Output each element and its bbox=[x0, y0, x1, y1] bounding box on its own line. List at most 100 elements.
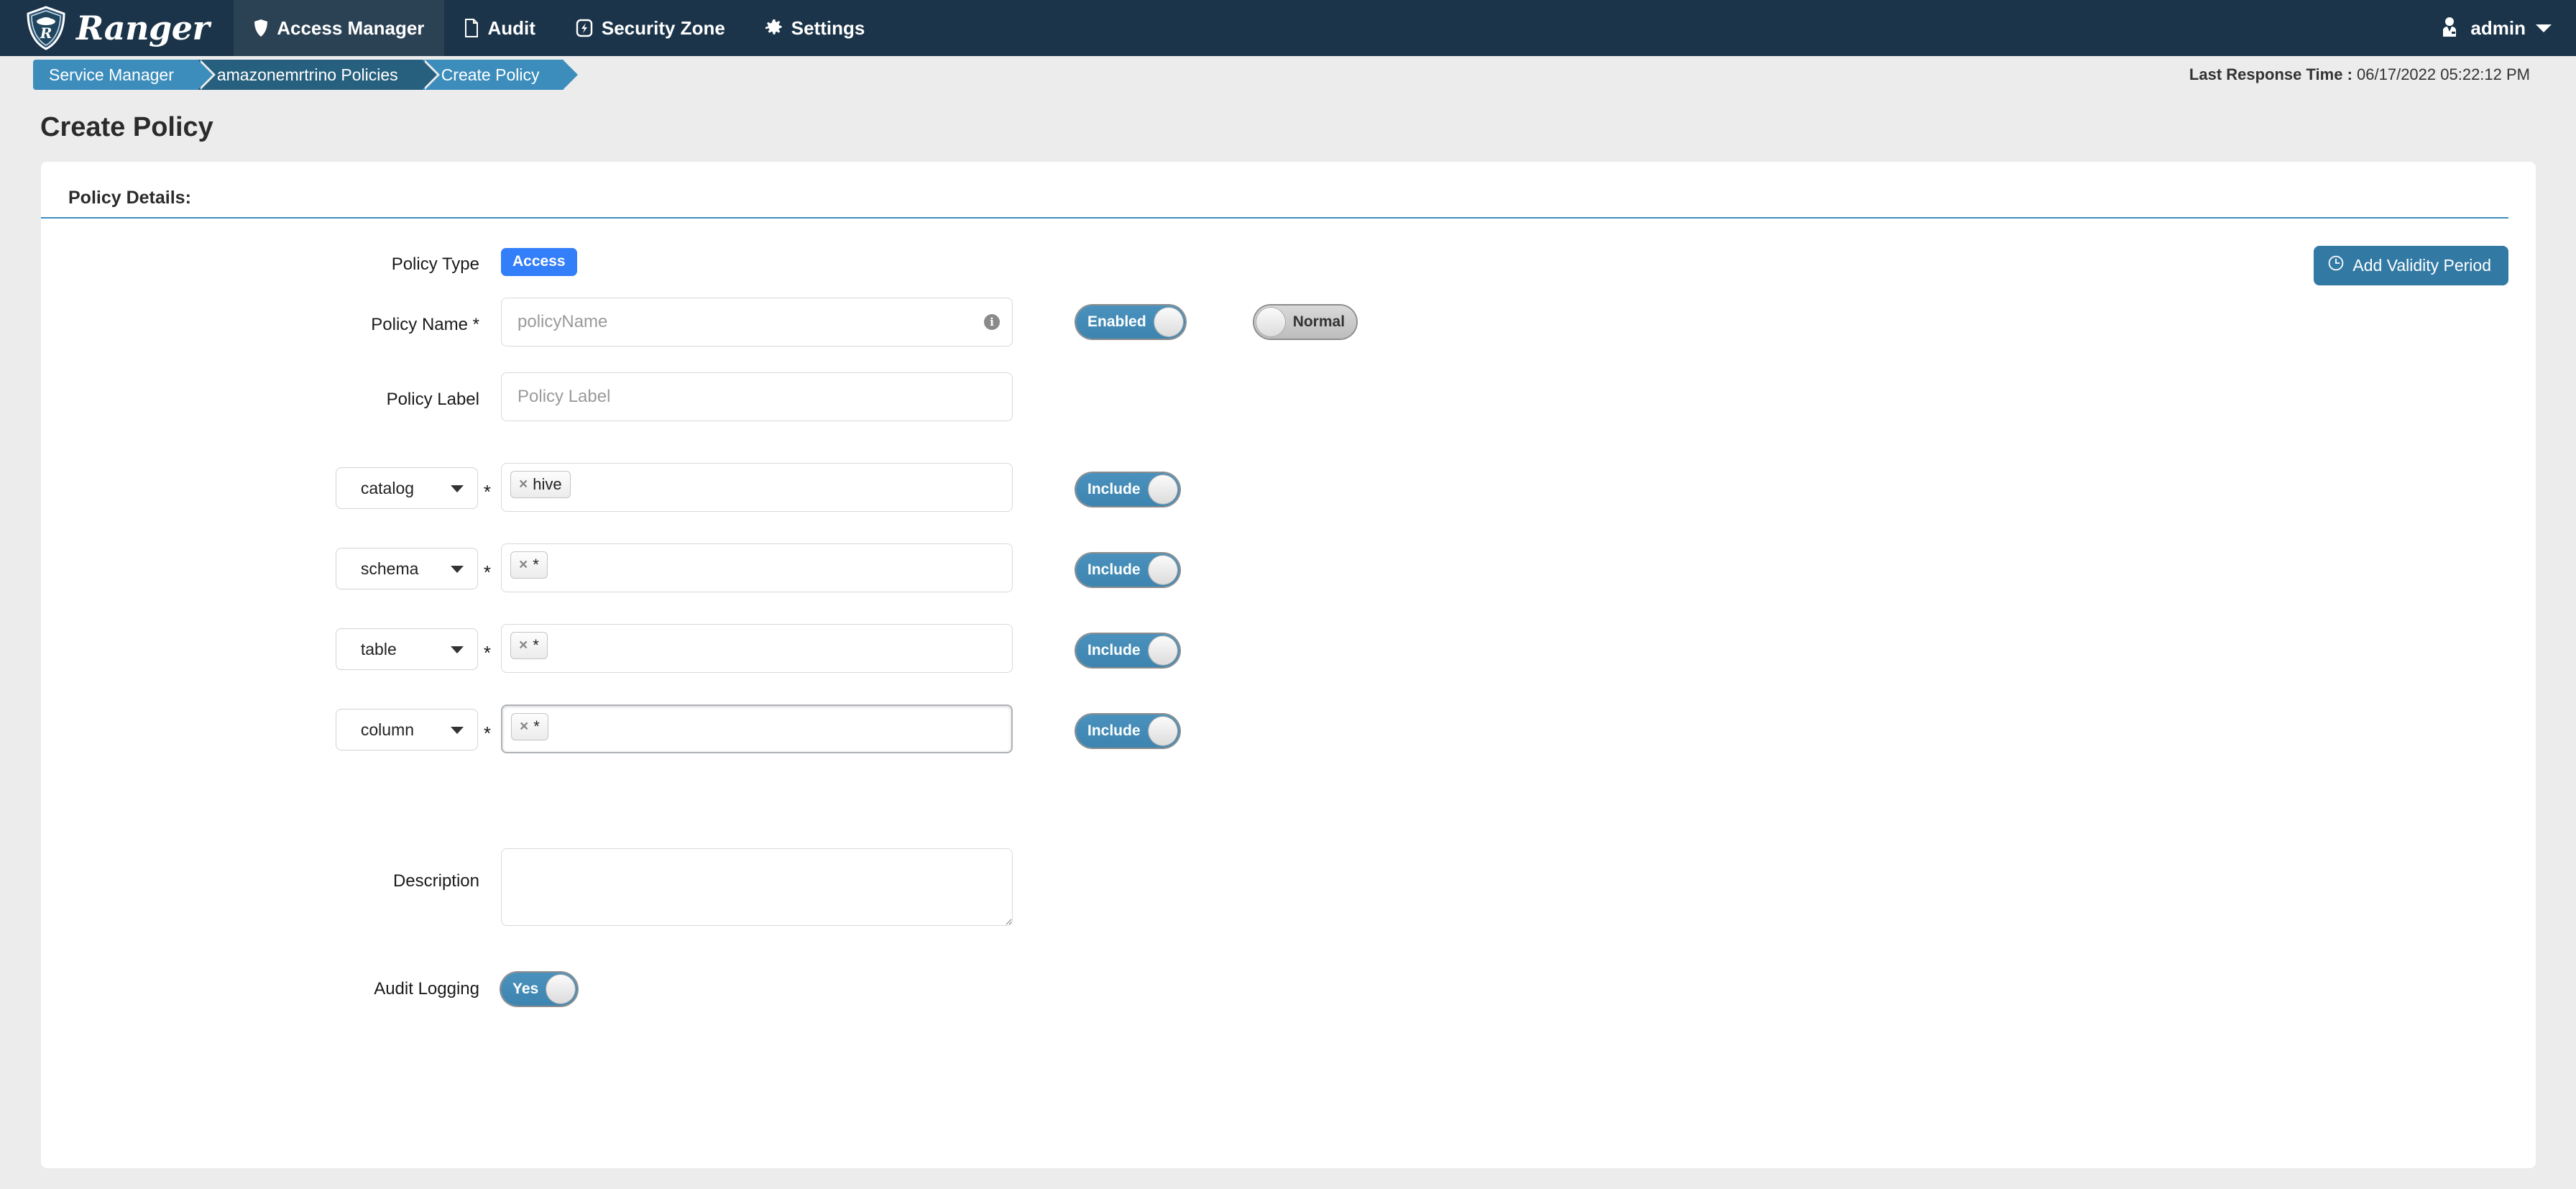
audit-logging-toggle-label: Yes bbox=[512, 981, 539, 997]
row-policy-name: Policy Name * i Enabled Normal bbox=[41, 298, 2536, 346]
toggle-knob bbox=[1148, 556, 1177, 584]
row-resource-table: table * × * Include bbox=[41, 624, 2536, 673]
toggle-knob bbox=[1148, 475, 1177, 504]
breadcrumb-bar: Service Manager amazonemrtrino Policies … bbox=[0, 56, 2576, 93]
breadcrumb-item-create-policy[interactable]: Create Policy bbox=[422, 60, 581, 90]
resource-value-input-schema[interactable]: × * bbox=[501, 543, 1013, 592]
row-resource-catalog: catalog * × hive Include bbox=[41, 463, 2536, 512]
nav-item-settings[interactable]: Settings bbox=[745, 0, 886, 56]
chip-label: hive bbox=[533, 474, 562, 493]
page-title: Create Policy bbox=[40, 112, 213, 142]
audit-logging-label: Audit Logging bbox=[374, 979, 479, 999]
add-validity-period-button[interactable]: Add Validity Period bbox=[2314, 246, 2508, 285]
nav-item-label: Audit bbox=[487, 17, 535, 39]
resource-include-toggle-column[interactable]: Include bbox=[1076, 715, 1179, 748]
nav-item-label: Security Zone bbox=[601, 17, 725, 39]
chip-remove-icon[interactable]: × bbox=[519, 638, 528, 653]
resource-chip[interactable]: × hive bbox=[510, 471, 571, 498]
resource-select-column[interactable]: column bbox=[335, 709, 478, 750]
breadcrumb-label: Create Policy bbox=[441, 65, 540, 84]
breadcrumb-item-policies[interactable]: amazonemrtrino Policies bbox=[198, 60, 440, 90]
nav-item-label: Access Manager bbox=[277, 17, 425, 39]
resource-include-toggle-table[interactable]: Include bbox=[1076, 634, 1179, 667]
policy-name-input[interactable] bbox=[501, 298, 1013, 346]
toggle-label: Include bbox=[1087, 642, 1141, 658]
clock-icon bbox=[2328, 255, 2344, 275]
row-description: Description bbox=[41, 848, 2536, 929]
top-navbar: R Ranger Access Manager Audit Security Z… bbox=[0, 0, 2576, 56]
toggle-knob bbox=[1148, 717, 1177, 745]
create-policy-form: Policy Type Access Add Validity Period P… bbox=[41, 219, 2536, 1006]
policy-name-label: Policy Name * bbox=[371, 315, 479, 334]
toggle-knob bbox=[1154, 308, 1183, 336]
resource-include-toggle-schema[interactable]: Include bbox=[1076, 554, 1179, 587]
nav-item-audit[interactable]: Audit bbox=[444, 0, 555, 56]
resource-chip[interactable]: × * bbox=[511, 713, 548, 740]
toggle-label: Include bbox=[1087, 481, 1141, 497]
required-asterisk: * bbox=[483, 642, 491, 664]
chip-remove-icon[interactable]: × bbox=[519, 557, 528, 572]
chevron-down-icon[interactable] bbox=[2536, 24, 2552, 32]
required-asterisk: * bbox=[483, 722, 491, 744]
chip-label: * bbox=[533, 717, 540, 735]
audit-logging-toggle[interactable]: Yes bbox=[501, 973, 578, 1006]
user-name: admin bbox=[2470, 17, 2526, 39]
shield-icon bbox=[254, 19, 268, 37]
policy-type-badge: Access bbox=[501, 247, 577, 276]
row-resource-column: column * × * Include bbox=[41, 704, 2536, 753]
policy-status-toggle-label: Enabled bbox=[1087, 313, 1146, 330]
chip-remove-icon[interactable]: × bbox=[519, 477, 528, 492]
required-asterisk: * bbox=[483, 481, 491, 502]
nav-item-security-zone[interactable]: Security Zone bbox=[556, 0, 745, 56]
description-label: Description bbox=[392, 871, 479, 891]
brand-name: Ranger bbox=[76, 9, 210, 47]
nav-item-access-manager[interactable]: Access Manager bbox=[234, 0, 445, 56]
breadcrumb: Service Manager amazonemrtrino Policies … bbox=[33, 60, 581, 90]
resource-value-input-column[interactable]: × * bbox=[501, 704, 1013, 753]
row-policy-label: Policy Label bbox=[41, 372, 2536, 421]
add-validity-period-label: Add Validity Period bbox=[2352, 255, 2491, 275]
nav-item-label: Settings bbox=[791, 17, 865, 39]
policy-priority-toggle[interactable]: Normal bbox=[1254, 306, 1357, 339]
section-title: Policy Details: bbox=[41, 188, 2508, 219]
policy-status-toggle[interactable]: Enabled bbox=[1076, 306, 1185, 339]
toggle-knob bbox=[546, 975, 576, 1004]
breadcrumb-label: amazonemrtrino Policies bbox=[216, 65, 398, 84]
resource-select-table[interactable]: table bbox=[335, 628, 478, 670]
policy-priority-toggle-label: Normal bbox=[1292, 313, 1346, 330]
last-response-time: Last Response Time : 06/17/2022 05:22:12… bbox=[2189, 65, 2530, 84]
row-resource-schema: schema * × * Include bbox=[41, 543, 2536, 592]
info-circle-icon[interactable]: i bbox=[984, 314, 1000, 330]
toggle-knob bbox=[1148, 636, 1177, 665]
user-menu[interactable]: admin bbox=[2439, 0, 2576, 56]
required-asterisk: * bbox=[483, 561, 491, 583]
user-tie-icon bbox=[2439, 16, 2460, 41]
description-textarea[interactable] bbox=[501, 848, 1013, 926]
policy-label-input[interactable] bbox=[501, 372, 1013, 421]
policy-label-label: Policy Label bbox=[386, 390, 479, 409]
policy-type-label: Policy Type bbox=[391, 254, 479, 274]
chip-label: * bbox=[533, 635, 539, 654]
resource-value-input-catalog[interactable]: × hive bbox=[501, 463, 1013, 512]
nav-items: Access Manager Audit Security Zone Setti… bbox=[234, 0, 885, 56]
resource-value-input-table[interactable]: × * bbox=[501, 624, 1013, 673]
gear-icon bbox=[765, 19, 783, 37]
last-response-label: Last Response Time : bbox=[2189, 65, 2352, 83]
chip-label: * bbox=[533, 555, 539, 574]
breadcrumb-label: Service Manager bbox=[49, 65, 174, 84]
bolt-square-icon bbox=[576, 19, 593, 37]
resource-chip[interactable]: × * bbox=[510, 551, 548, 579]
resource-include-toggle-catalog[interactable]: Include bbox=[1076, 473, 1179, 506]
brand[interactable]: R Ranger bbox=[0, 0, 234, 56]
row-policy-type: Policy Type Access Add Validity Period bbox=[41, 240, 2536, 285]
document-icon bbox=[464, 19, 479, 37]
resource-select-schema[interactable]: schema bbox=[335, 548, 478, 589]
toggle-label: Include bbox=[1087, 561, 1141, 578]
resource-select-catalog[interactable]: catalog bbox=[335, 467, 478, 509]
toggle-knob bbox=[1256, 308, 1285, 336]
chip-remove-icon[interactable]: × bbox=[520, 719, 528, 734]
row-audit-logging: Audit Logging Yes bbox=[41, 973, 2536, 1006]
toggle-label: Include bbox=[1087, 722, 1141, 739]
breadcrumb-item-service-manager[interactable]: Service Manager bbox=[33, 60, 216, 90]
resource-chip[interactable]: × * bbox=[510, 632, 548, 659]
